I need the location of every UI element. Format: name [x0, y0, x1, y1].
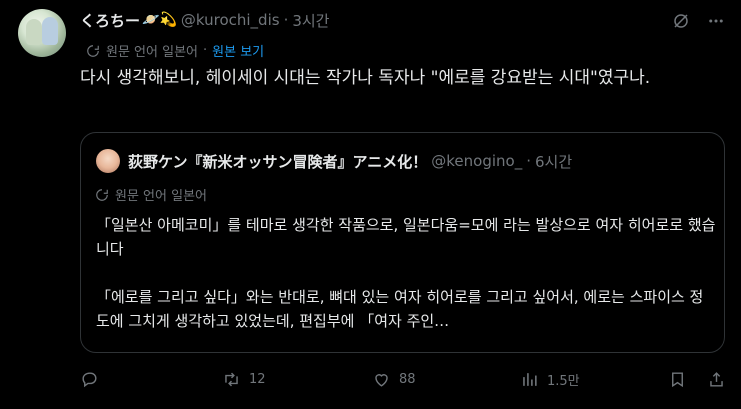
separator-dot: ·	[526, 152, 531, 170]
author-avatar[interactable]	[18, 9, 66, 57]
quoted-author-handle: @kenogino_	[431, 152, 523, 170]
bookmark-icon	[672, 372, 683, 388]
author-name[interactable]: くろちー	[80, 10, 140, 31]
translate-icon	[86, 44, 100, 58]
share-button[interactable]	[707, 370, 726, 389]
retweet-button[interactable]: 12	[222, 370, 266, 389]
avatar-figure	[42, 17, 58, 45]
tweet-text: 다시 생각해보니, 헤이세이 시대는 작가나 독자나 "에로를 강요받는 시대"…	[80, 68, 651, 88]
retweet-count: 12	[249, 372, 266, 387]
heart-icon	[375, 374, 388, 387]
like-count: 88	[399, 372, 416, 387]
quoted-author-name: 荻野ケン『新米オッサン冒険者』アニメ化！	[128, 152, 428, 171]
original-language-label: 원문 언어 일본어	[115, 189, 207, 204]
translate-icon	[95, 188, 109, 202]
quoted-tweet-text: 「일본산 아메코미」를 테마로 생각한 작품으로, 일본다움=모에 라는 발상으…	[96, 216, 716, 330]
grok-icon[interactable]	[672, 12, 690, 30]
tweet-time[interactable]: 3시간	[292, 10, 329, 31]
author-handle[interactable]: @kurochi_dis	[181, 11, 280, 29]
views-button[interactable]: 1.5만	[520, 370, 580, 389]
more-options-icon[interactable]	[707, 12, 725, 30]
quoted-tweet[interactable]: 荻野ケン『新米オッサン冒険者』アニメ化！ @kenogino_ · 6시간 원문…	[80, 132, 725, 353]
reply-icon	[82, 372, 97, 388]
quoted-author-avatar	[96, 149, 120, 173]
original-language-label: 원문 언어 일본어	[106, 45, 198, 60]
bookmark-button[interactable]	[668, 370, 687, 389]
separator-dot: ·	[203, 43, 208, 58]
avatar-figure	[26, 19, 42, 45]
quoted-tweet-header: 荻野ケン『新米オッサン冒険者』アニメ化！ @kenogino_ · 6시간	[128, 148, 572, 174]
share-icon	[710, 372, 723, 387]
tweet-actions: 12 88 1.5만	[80, 370, 730, 394]
quoted-translation-row: 원문 언어 일본어	[95, 185, 207, 204]
show-original-link[interactable]: 원본 보기	[212, 41, 264, 60]
separator-dot: ·	[283, 11, 289, 29]
views-count: 1.5만	[547, 374, 580, 389]
like-button[interactable]: 88	[372, 370, 416, 389]
retweet-icon	[225, 372, 238, 387]
author-name-emoji: 🪐💫	[142, 12, 177, 28]
quoted-tweet-time: 6시간	[534, 152, 573, 171]
tweet-header: くろちー 🪐💫 @kurochi_dis · 3시간	[80, 8, 330, 32]
translation-row: 원문 언어 일본어 · 원본 보기	[86, 41, 264, 60]
reply-button[interactable]	[80, 370, 107, 389]
views-chart-icon	[523, 373, 537, 386]
